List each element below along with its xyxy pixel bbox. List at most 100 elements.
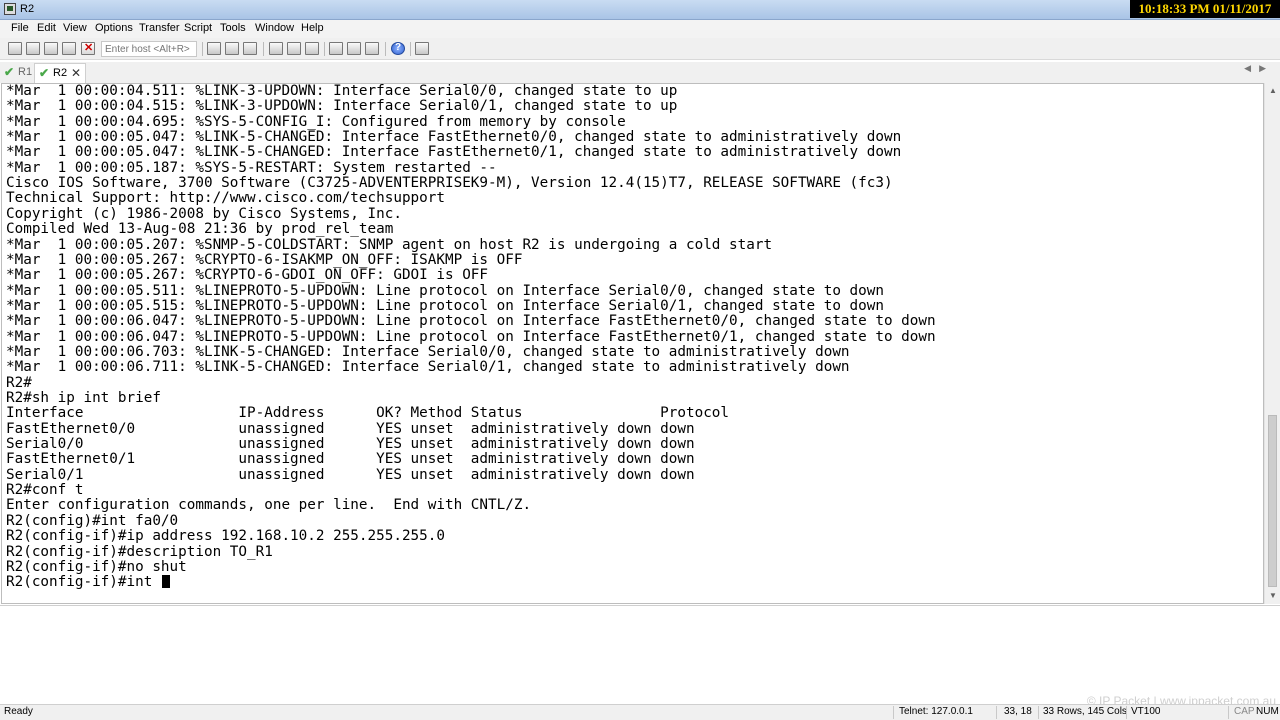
status-bar: Ready Telnet: 127.0.0.1 33, 18 33 Rows, … [0,705,1280,720]
window-title: R2 [20,3,35,15]
paste-icon[interactable] [225,42,239,55]
terminal-line: R2(config)#int fa0/0 [6,512,179,529]
find-icon[interactable] [243,42,257,55]
menu-file[interactable]: File [11,22,29,34]
menu-bar: File Edit View Options Transfer Script T… [0,20,1280,38]
status-cursor-position: 33, 18 [1004,706,1032,717]
app-icon [4,3,16,15]
terminal-line: R2(config-if)#no shut [6,558,187,575]
tab-bar: ✔ R1 ✔ R2 ✕ [0,62,1280,83]
toolbar-divider [202,42,203,56]
menu-options[interactable]: Options [95,22,133,34]
terminal-line: Cisco IOS Software, 3700 Software (C3725… [6,175,893,192]
status-divider [1228,706,1229,719]
host-input[interactable] [101,41,197,57]
terminal-scrollbar[interactable]: ▲ ▼ [1264,83,1280,604]
terminal-line: R2(config-if)#ip address 192.168.10.2 25… [6,528,445,545]
terminal-line: *Mar 1 00:00:04.695: %SYS-5-CONFIG_I: Co… [6,113,626,130]
session-options-icon[interactable] [329,42,343,55]
terminal-line: Interface IP-Address OK? Method Status P… [6,405,730,422]
toolbar-divider [385,42,386,56]
quick-connect-icon[interactable] [26,42,40,55]
reconnect-icon[interactable] [62,42,76,55]
command-window[interactable]: © IP Packet | www.ippacket.com.au [0,605,1280,708]
terminal-line: *Mar 1 00:00:05.207: %SNMP-5-COLDSTART: … [6,236,773,253]
print-icon[interactable] [305,42,319,55]
terminal-line: FastEthernet0/0 unassigned YES unset adm… [6,420,695,437]
tab-r2[interactable]: ✔ R2 ✕ [34,63,86,83]
toolbar-divider [263,42,264,56]
menu-help[interactable]: Help [301,22,324,34]
terminal-line: *Mar 1 00:00:05.187: %SYS-5-RESTART: Sys… [6,159,497,176]
terminal-line: Compiled Wed 13-Aug-08 21:36 by prod_rel… [6,221,394,238]
status-divider [1038,706,1039,719]
status-emulation: VT100 [1131,706,1161,717]
status-divider [1126,706,1127,719]
status-divider [996,706,997,719]
terminal-line: R2#conf t [6,482,84,499]
terminal-line: *Mar 1 00:00:05.047: %LINK-5-CHANGED: In… [6,144,902,161]
close-tab-icon[interactable]: ✕ [71,64,81,82]
terminal-line: Technical Support: http://www.cisco.com/… [6,190,445,207]
connect-icon[interactable] [8,42,22,55]
terminal-line: *Mar 1 00:00:05.515: %LINEPROTO-5-UPDOWN… [6,297,884,314]
terminal-line: *Mar 1 00:00:05.267: %CRYPTO-6-ISAKMP_ON… [6,251,523,268]
menu-script[interactable]: Script [184,22,212,34]
menu-view[interactable]: View [63,22,87,34]
toolbar [0,38,1280,60]
terminal-line: *Mar 1 00:00:06.047: %LINEPROTO-5-UPDOWN… [6,313,936,330]
disconnect-icon[interactable] [81,41,95,55]
terminal-line: Enter configuration commands, one per li… [6,497,532,514]
terminal-prompt-line[interactable]: R2(config-if)#int [6,575,170,590]
terminal-line: *Mar 1 00:00:04.515: %LINK-3-UPDOWN: Int… [6,98,678,115]
terminal-line: Serial0/0 unassigned YES unset administr… [6,436,695,453]
terminal-line: *Mar 1 00:00:05.047: %LINK-5-CHANGED: In… [6,129,902,146]
global-options-icon[interactable] [347,42,361,55]
terminal-line: Copyright (c) 1986-2008 by Cisco Systems… [6,205,402,222]
menu-window[interactable]: Window [255,22,294,34]
status-divider [893,706,894,719]
scrollbar-thumb[interactable] [1268,415,1277,587]
connected-check-icon: ✔ [39,66,50,80]
tab-label: R2 [53,67,68,79]
terminal-line: FastEthernet0/1 unassigned YES unset adm… [6,451,695,468]
help-icon[interactable] [391,42,405,55]
terminal-screen[interactable]: *Mar 1 00:00:04.511: %LINK-3-UPDOWN: Int… [1,83,1264,604]
terminal-line: *Mar 1 00:00:06.711: %LINK-5-CHANGED: In… [6,359,850,376]
menu-tools[interactable]: Tools [220,22,246,34]
tab-label: R1 [18,66,33,78]
connect-tab-icon[interactable] [44,42,58,55]
status-num: NUM [1256,706,1279,717]
script-icon[interactable] [415,42,429,55]
menu-edit[interactable]: Edit [37,22,56,34]
terminal-line: R2#sh ip int brief [6,390,161,406]
print-selection-icon[interactable] [287,42,301,55]
connected-check-icon: ✔ [4,65,15,79]
title-bar: R2 10:18:33 PM 01/11/2017 [0,0,1280,20]
tab-r1[interactable]: ✔ R1 [0,63,34,83]
status-connection: Telnet: 127.0.0.1 [899,706,973,717]
terminal-line: *Mar 1 00:00:05.511: %LINEPROTO-5-UPDOWN… [6,282,884,299]
toolbar-divider [410,42,411,56]
terminal-line: *Mar 1 00:00:06.703: %LINK-5-CHANGED: In… [6,343,850,360]
print-screen-icon[interactable] [269,42,283,55]
terminal-line: Serial0/1 unassigned YES unset administr… [6,466,695,483]
menu-transfer[interactable]: Transfer [139,22,180,34]
status-caps: CAP [1234,706,1255,717]
terminal-line: *Mar 1 00:00:04.511: %LINK-3-UPDOWN: Int… [6,83,678,99]
scroll-down-icon[interactable]: ▼ [1265,588,1280,604]
terminal-prompt: R2(config-if)#int [6,574,161,591]
keymap-icon[interactable] [365,42,379,55]
scroll-up-icon[interactable]: ▲ [1265,83,1280,99]
clock-overlay: 10:18:33 PM 01/11/2017 [1130,0,1280,18]
tab-scroll-arrows[interactable]: ◀▶ [1244,63,1274,74]
terminal-line: R2# [6,374,32,391]
terminal-cursor [161,575,170,589]
terminal-line: *Mar 1 00:00:05.267: %CRYPTO-6-GDOI_ON_O… [6,267,489,284]
terminal-line: *Mar 1 00:00:06.047: %LINEPROTO-5-UPDOWN… [6,328,936,345]
status-terminal-size: 33 Rows, 145 Cols [1043,706,1127,717]
toolbar-divider [324,42,325,56]
status-ready: Ready [4,706,33,717]
copy-icon[interactable] [207,42,221,55]
terminal-line: R2(config-if)#description TO_R1 [6,543,273,560]
